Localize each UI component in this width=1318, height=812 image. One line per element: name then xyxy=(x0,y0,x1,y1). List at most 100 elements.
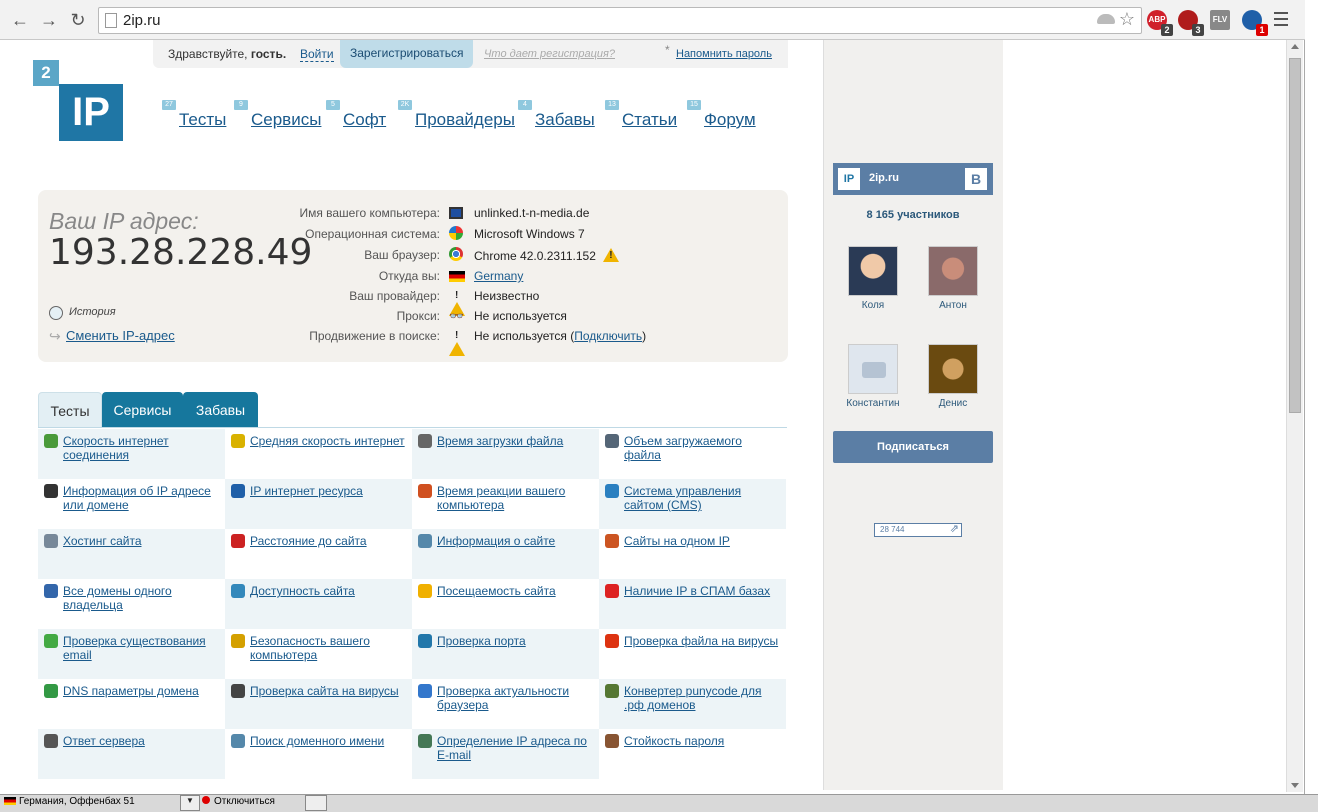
test-icon xyxy=(418,534,432,548)
test-link[interactable]: Хостинг сайта xyxy=(63,534,221,548)
test-link[interactable]: Средняя скорость интернет xyxy=(250,434,408,448)
tab-tests[interactable]: Тесты xyxy=(38,392,102,428)
test-item: Проверка файла на вирусы xyxy=(599,629,786,679)
info-key: Имя вашего компьютера: xyxy=(299,206,440,220)
test-link[interactable]: Информация о сайте xyxy=(437,534,595,548)
info-row-provider: Ваш провайдер: Неизвестно xyxy=(38,286,788,316)
vk-member[interactable]: Константин xyxy=(838,344,908,409)
test-link[interactable]: Ответ сервера xyxy=(63,734,221,748)
test-link[interactable]: Поиск доменного имени xyxy=(250,734,408,748)
test-icon xyxy=(44,684,58,698)
test-link[interactable]: Сайты на одном IP xyxy=(624,534,782,548)
test-icon xyxy=(44,534,58,548)
user-bar: Здравствуйте, гость. Войти Зарегистриров… xyxy=(153,40,788,68)
test-icon xyxy=(231,434,245,448)
forward-button[interactable]: → xyxy=(39,10,59,30)
bookmark-star-icon[interactable]: ☆ xyxy=(1119,9,1135,30)
ublock-icon[interactable]: 3 xyxy=(1178,10,1204,36)
test-link[interactable]: Система управления сайтом (CMS) xyxy=(624,484,782,512)
login-link[interactable]: Войти xyxy=(300,47,334,62)
back-button[interactable]: ← xyxy=(10,10,30,30)
nav-tests[interactable]: 27 Тесты xyxy=(162,100,226,130)
vk-member[interactable]: Антон xyxy=(918,246,988,311)
taskbar-location[interactable]: Германия, Оффенбах 51 xyxy=(4,796,135,807)
nav-providers[interactable]: 2K Провайдеры xyxy=(398,100,515,130)
test-link[interactable]: Безопасность вашего компьютера xyxy=(250,634,408,662)
scroll-thumb[interactable] xyxy=(1289,58,1301,413)
disconnect-button[interactable]: Отключиться xyxy=(202,796,275,807)
warning-icon xyxy=(449,328,465,356)
test-item: Ответ сервера xyxy=(38,729,225,779)
test-link[interactable]: Проверка актуальности браузера xyxy=(437,684,595,712)
test-link[interactable]: IP интернет ресурса xyxy=(250,484,408,498)
test-link[interactable]: Определение IP адреса по E-mail xyxy=(437,734,595,762)
test-item: Доступность сайта xyxy=(225,579,412,629)
nav-fun[interactable]: 4 Забавы xyxy=(518,100,595,130)
info-value: Не используется xyxy=(474,309,567,323)
taskbar-button[interactable] xyxy=(305,795,327,811)
nav-services[interactable]: 9 Сервисы xyxy=(234,100,321,130)
test-link[interactable]: Проверка существования email xyxy=(63,634,221,662)
test-icon xyxy=(418,734,432,748)
test-link[interactable]: Доступность сайта xyxy=(250,584,408,598)
scroll-down-icon[interactable] xyxy=(1291,783,1299,788)
test-link[interactable]: Конвертер punycode для .рф доменов xyxy=(624,684,782,712)
visit-counter[interactable]: 28 744 ⇗ xyxy=(874,523,962,537)
flv-icon[interactable]: FLV xyxy=(1210,10,1230,30)
test-link[interactable]: Стойкость пароля xyxy=(624,734,782,748)
vk-header[interactable]: IP 2ip.ru В xyxy=(833,163,993,195)
menu-icon[interactable] xyxy=(1274,12,1288,30)
vk-group-name[interactable]: 2ip.ru xyxy=(869,172,899,184)
test-link[interactable]: Время реакции вашего компьютера xyxy=(437,484,595,512)
globe-ext-icon[interactable]: 1 xyxy=(1242,10,1268,36)
test-link[interactable]: Время загрузки файла xyxy=(437,434,595,448)
address-bar[interactable]: 2ip.ru ☆ xyxy=(98,7,1142,34)
test-link[interactable]: DNS параметры домена xyxy=(63,684,221,698)
vk-member[interactable]: Денис xyxy=(918,344,988,409)
test-link[interactable]: Все домены одного владельца xyxy=(63,584,221,612)
test-link[interactable]: Скорость интернет соединения xyxy=(63,434,221,462)
test-item: Наличие IP в СПАМ базах xyxy=(599,579,786,629)
test-icon xyxy=(605,484,619,498)
tab-services[interactable]: Сервисы xyxy=(102,392,183,428)
info-row-os: Операционная система: Microsoft Windows … xyxy=(38,224,788,244)
country-link[interactable]: Germany xyxy=(474,269,523,283)
cloud-icon[interactable] xyxy=(1097,14,1115,24)
camera-icon xyxy=(848,344,898,394)
test-link[interactable]: Проверка сайта на вирусы xyxy=(250,684,408,698)
subscribe-button[interactable]: Подписаться xyxy=(833,431,993,463)
nav-count: 2K xyxy=(398,100,412,110)
scrollbar[interactable] xyxy=(1286,40,1303,792)
tab-fun[interactable]: Забавы xyxy=(183,392,258,428)
test-icon xyxy=(231,484,245,498)
test-link[interactable]: Информация об IP адресе или домене xyxy=(63,484,221,512)
remind-star: * xyxy=(665,43,670,57)
test-link[interactable]: Расстояние до сайта xyxy=(250,534,408,548)
vk-widget: IP 2ip.ru В 8 165 участников Коля Антон … xyxy=(833,163,993,463)
reload-button[interactable]: ↻ xyxy=(68,10,88,30)
test-item: Средняя скорость интернет xyxy=(225,429,412,479)
register-button[interactable]: Зарегистрироваться xyxy=(340,40,473,68)
vk-members-count[interactable]: 8 165 участников xyxy=(833,209,993,221)
test-item: Посещаемость сайта xyxy=(412,579,599,629)
scroll-up-icon[interactable] xyxy=(1291,44,1299,49)
nav-soft[interactable]: 5 Софт xyxy=(326,100,386,130)
nav-forum[interactable]: 15 Форум xyxy=(687,100,756,130)
test-link[interactable]: Наличие IP в СПАМ базах xyxy=(624,584,782,598)
test-link[interactable]: Проверка файла на вирусы xyxy=(624,634,782,648)
vk-icon[interactable]: В xyxy=(965,168,987,190)
remind-password-link[interactable]: Напомнить пароль xyxy=(676,48,772,60)
test-icon xyxy=(418,684,432,698)
test-link[interactable]: Посещаемость сайта xyxy=(437,584,595,598)
nav-articles[interactable]: 13 Статьи xyxy=(605,100,677,130)
test-item: Хостинг сайта xyxy=(38,529,225,579)
dropdown-icon[interactable]: ▼ xyxy=(180,795,200,811)
why-register-link[interactable]: Что дает регистрация? xyxy=(484,48,615,60)
vk-member[interactable]: Коля xyxy=(838,246,908,311)
connect-link[interactable]: Подключить xyxy=(574,329,642,343)
test-item: Поиск доменного имени xyxy=(225,729,412,779)
logo-ip: IP xyxy=(59,84,123,141)
test-link[interactable]: Объем загружаемого файла xyxy=(624,434,782,462)
test-link[interactable]: Проверка порта xyxy=(437,634,595,648)
adblock-icon[interactable]: ABP 2 xyxy=(1147,10,1173,36)
